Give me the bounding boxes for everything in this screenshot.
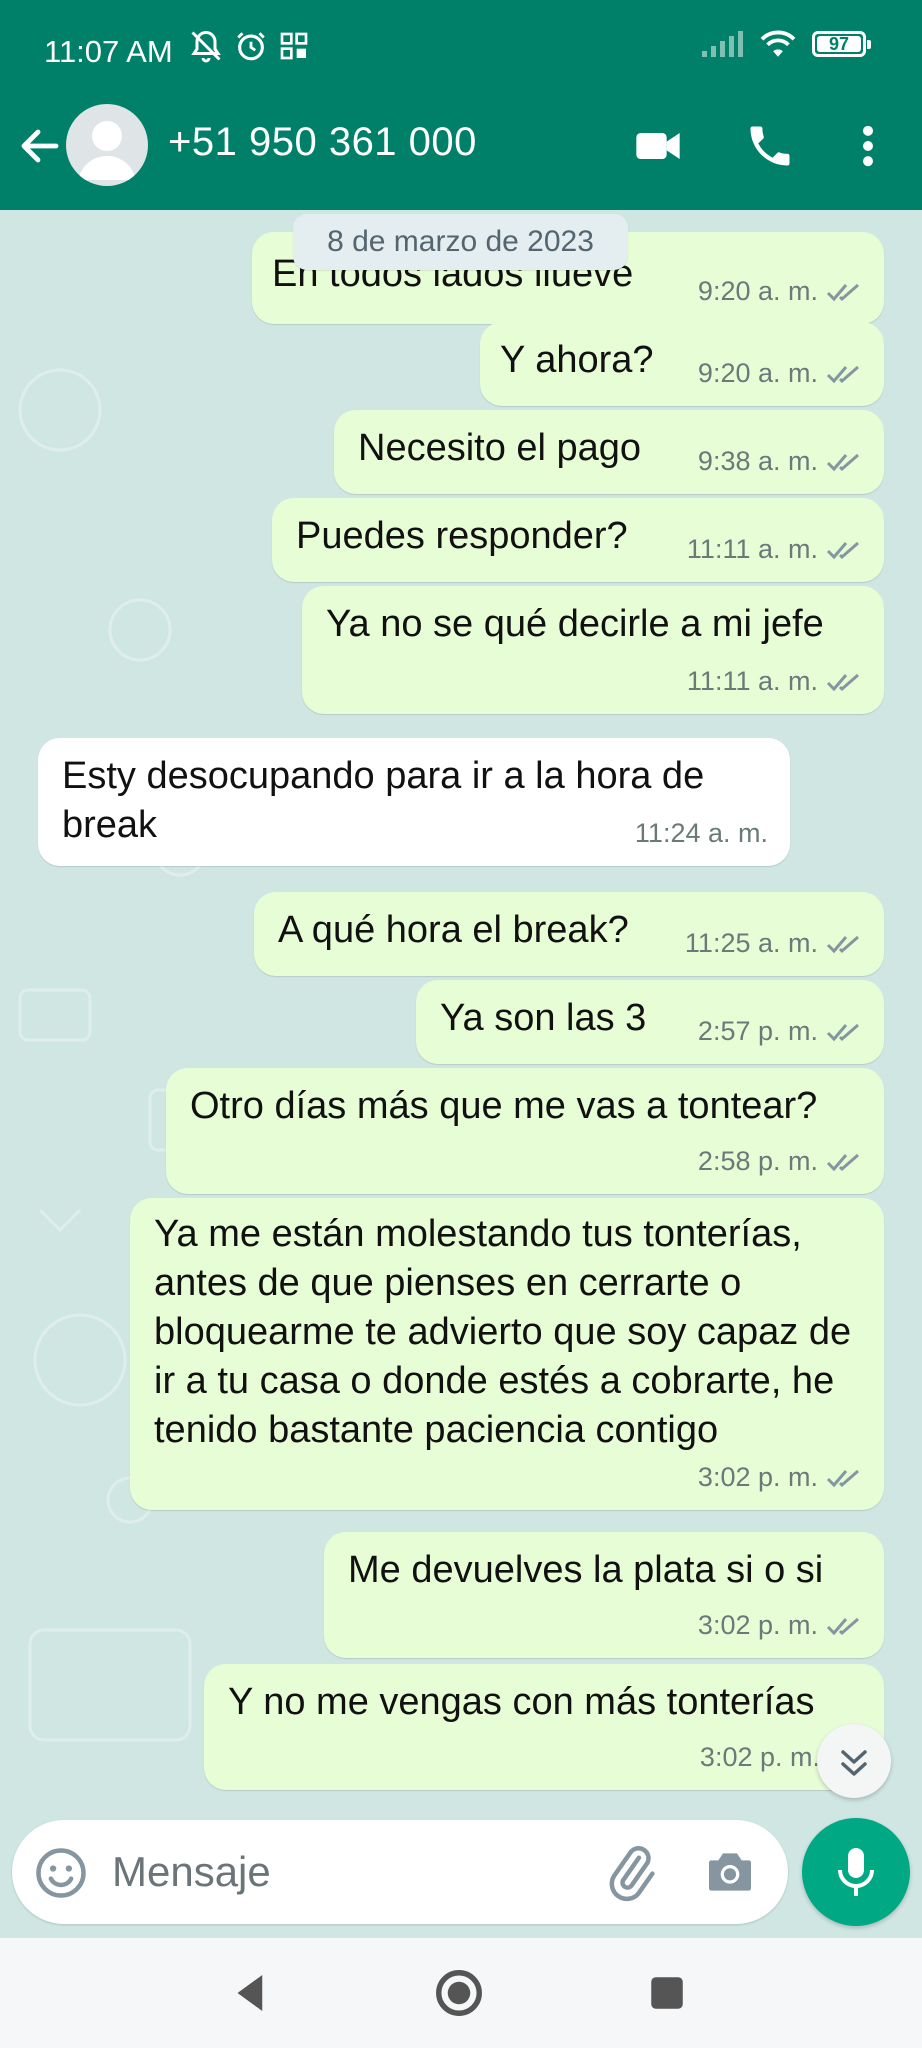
status-icons-left bbox=[188, 28, 310, 64]
message-bubble[interactable]: Y ahora? 9:20 a. m. bbox=[480, 322, 884, 406]
message-meta: 3:02 p. m. bbox=[698, 1453, 864, 1502]
more-options-icon[interactable] bbox=[846, 120, 890, 172]
message-meta: 9:20 a. m. bbox=[698, 349, 864, 398]
message-list[interactable]: En todos lados llueve 9:20 a. m. 8 de ma… bbox=[0, 210, 922, 1820]
message-time: 2:57 p. m. bbox=[697, 1016, 818, 1046]
emoji-icon[interactable] bbox=[34, 1846, 88, 1900]
double-chevron-down-icon bbox=[841, 1750, 867, 1776]
message-time: 11:11 a. m. bbox=[686, 534, 818, 564]
message-time: 9:20 a. m. bbox=[697, 358, 818, 388]
microphone-icon bbox=[838, 1848, 874, 1896]
voice-call-icon[interactable] bbox=[744, 120, 796, 172]
message-text: Ya me están molestando tus tonterías, an… bbox=[154, 1213, 852, 1451]
back-arrow-icon[interactable] bbox=[16, 122, 64, 170]
apps-grid-icon bbox=[280, 32, 308, 60]
message-bubble[interactable]: Necesito el pago 9:38 a. m. bbox=[334, 410, 884, 494]
message-meta: 11:24 a. m. bbox=[635, 809, 768, 858]
message-time: 3:02 p. m. bbox=[699, 1742, 820, 1772]
message-input[interactable] bbox=[112, 1840, 592, 1904]
system-navigation-bar bbox=[0, 1938, 922, 2048]
alarm-icon bbox=[237, 32, 265, 61]
status-bar: 11:07 AM 97 bbox=[0, 0, 922, 100]
message-bubble[interactable]: Ya son las 3 2:57 p. m. bbox=[416, 980, 884, 1064]
message-time: 2:58 p. m. bbox=[697, 1146, 818, 1176]
battery-indicator: 97 bbox=[812, 31, 871, 57]
default-avatar-icon bbox=[78, 121, 136, 180]
message-time: 11:11 a. m. bbox=[686, 666, 818, 696]
read-ticks-icon bbox=[826, 1023, 859, 1041]
message-bubble[interactable]: Esty desocupando para ir a la hora de br… bbox=[38, 738, 790, 866]
message-meta: 9:38 a. m. bbox=[698, 437, 864, 486]
wifi-icon bbox=[760, 30, 796, 57]
chat-header: +51 950 361 000 bbox=[0, 100, 922, 210]
message-time: 3:02 p. m. bbox=[697, 1610, 818, 1640]
read-ticks-icon bbox=[826, 283, 859, 301]
read-ticks-icon bbox=[826, 1153, 859, 1171]
scroll-to-bottom-button[interactable] bbox=[817, 1724, 891, 1798]
message-time: 9:38 a. m. bbox=[697, 446, 818, 476]
message-bubble[interactable]: A qué hora el break? 11:25 a. m. bbox=[254, 892, 884, 976]
nav-recents-icon[interactable] bbox=[640, 1966, 694, 2020]
read-ticks-icon bbox=[826, 935, 859, 953]
message-time: 11:24 a. m. bbox=[634, 818, 768, 848]
battery-level: 97 bbox=[828, 33, 850, 54]
contact-name[interactable]: +51 950 361 000 bbox=[168, 120, 477, 165]
date-chip: 8 de marzo de 2023 bbox=[293, 214, 628, 270]
message-meta: 9:20 a. m. bbox=[698, 267, 864, 316]
message-meta: 2:58 p. m. bbox=[698, 1137, 864, 1186]
message-bubble[interactable]: Me devuelves la plata si o si 3:02 p. m. bbox=[324, 1532, 884, 1658]
message-time: 9:20 a. m. bbox=[697, 276, 818, 306]
message-bubble[interactable]: Ya me están molestando tus tonterías, an… bbox=[130, 1198, 884, 1510]
video-call-icon[interactable] bbox=[632, 120, 684, 172]
message-meta: 2:57 p. m. bbox=[698, 1007, 864, 1056]
message-meta: 11:11 a. m. bbox=[687, 525, 864, 574]
message-text: Otro días más que me vas a tontear? bbox=[190, 1085, 818, 1127]
status-icons-right: 97 bbox=[700, 28, 871, 60]
message-bubble[interactable]: Y no me vengas con más tonterías 3:02 p.… bbox=[204, 1664, 884, 1790]
message-meta: 3:02 p. m. bbox=[700, 1733, 820, 1782]
nav-home-icon[interactable] bbox=[432, 1966, 486, 2020]
message-composer bbox=[12, 1820, 788, 1924]
message-meta: 3:02 p. m. bbox=[698, 1601, 864, 1650]
read-ticks-icon bbox=[826, 453, 859, 471]
message-meta: 11:11 a. m. bbox=[687, 657, 864, 706]
read-ticks-icon bbox=[826, 1469, 859, 1487]
message-text: Ya no se qué decirle a mi jefe bbox=[326, 603, 824, 645]
message-bubble[interactable]: Puedes responder? 11:11 a. m. bbox=[272, 498, 884, 582]
read-ticks-icon bbox=[826, 365, 859, 383]
voice-message-button[interactable] bbox=[802, 1818, 910, 1926]
message-time: 3:02 p. m. bbox=[697, 1462, 818, 1492]
camera-icon[interactable] bbox=[702, 1844, 758, 1900]
read-ticks-icon bbox=[826, 541, 859, 559]
signal-icon bbox=[702, 31, 743, 57]
message-bubble[interactable]: Otro días más que me vas a tontear? 2:58… bbox=[166, 1068, 884, 1194]
message-text: Me devuelves la plata si o si bbox=[348, 1549, 824, 1591]
read-ticks-icon bbox=[826, 673, 859, 691]
avatar[interactable] bbox=[66, 104, 148, 186]
read-ticks-icon bbox=[826, 1617, 859, 1635]
message-text: Y no me vengas con más tonterías bbox=[228, 1681, 815, 1723]
message-time: 11:25 a. m. bbox=[684, 928, 818, 958]
bell-off-icon bbox=[191, 30, 221, 63]
message-bubble[interactable]: Ya no se qué decirle a mi jefe 11:11 a. … bbox=[302, 586, 884, 714]
status-time: 11:07 AM bbox=[44, 34, 173, 69]
message-meta: 11:25 a. m. bbox=[685, 919, 864, 968]
nav-back-icon[interactable] bbox=[224, 1966, 278, 2020]
attach-icon[interactable] bbox=[600, 1842, 660, 1902]
